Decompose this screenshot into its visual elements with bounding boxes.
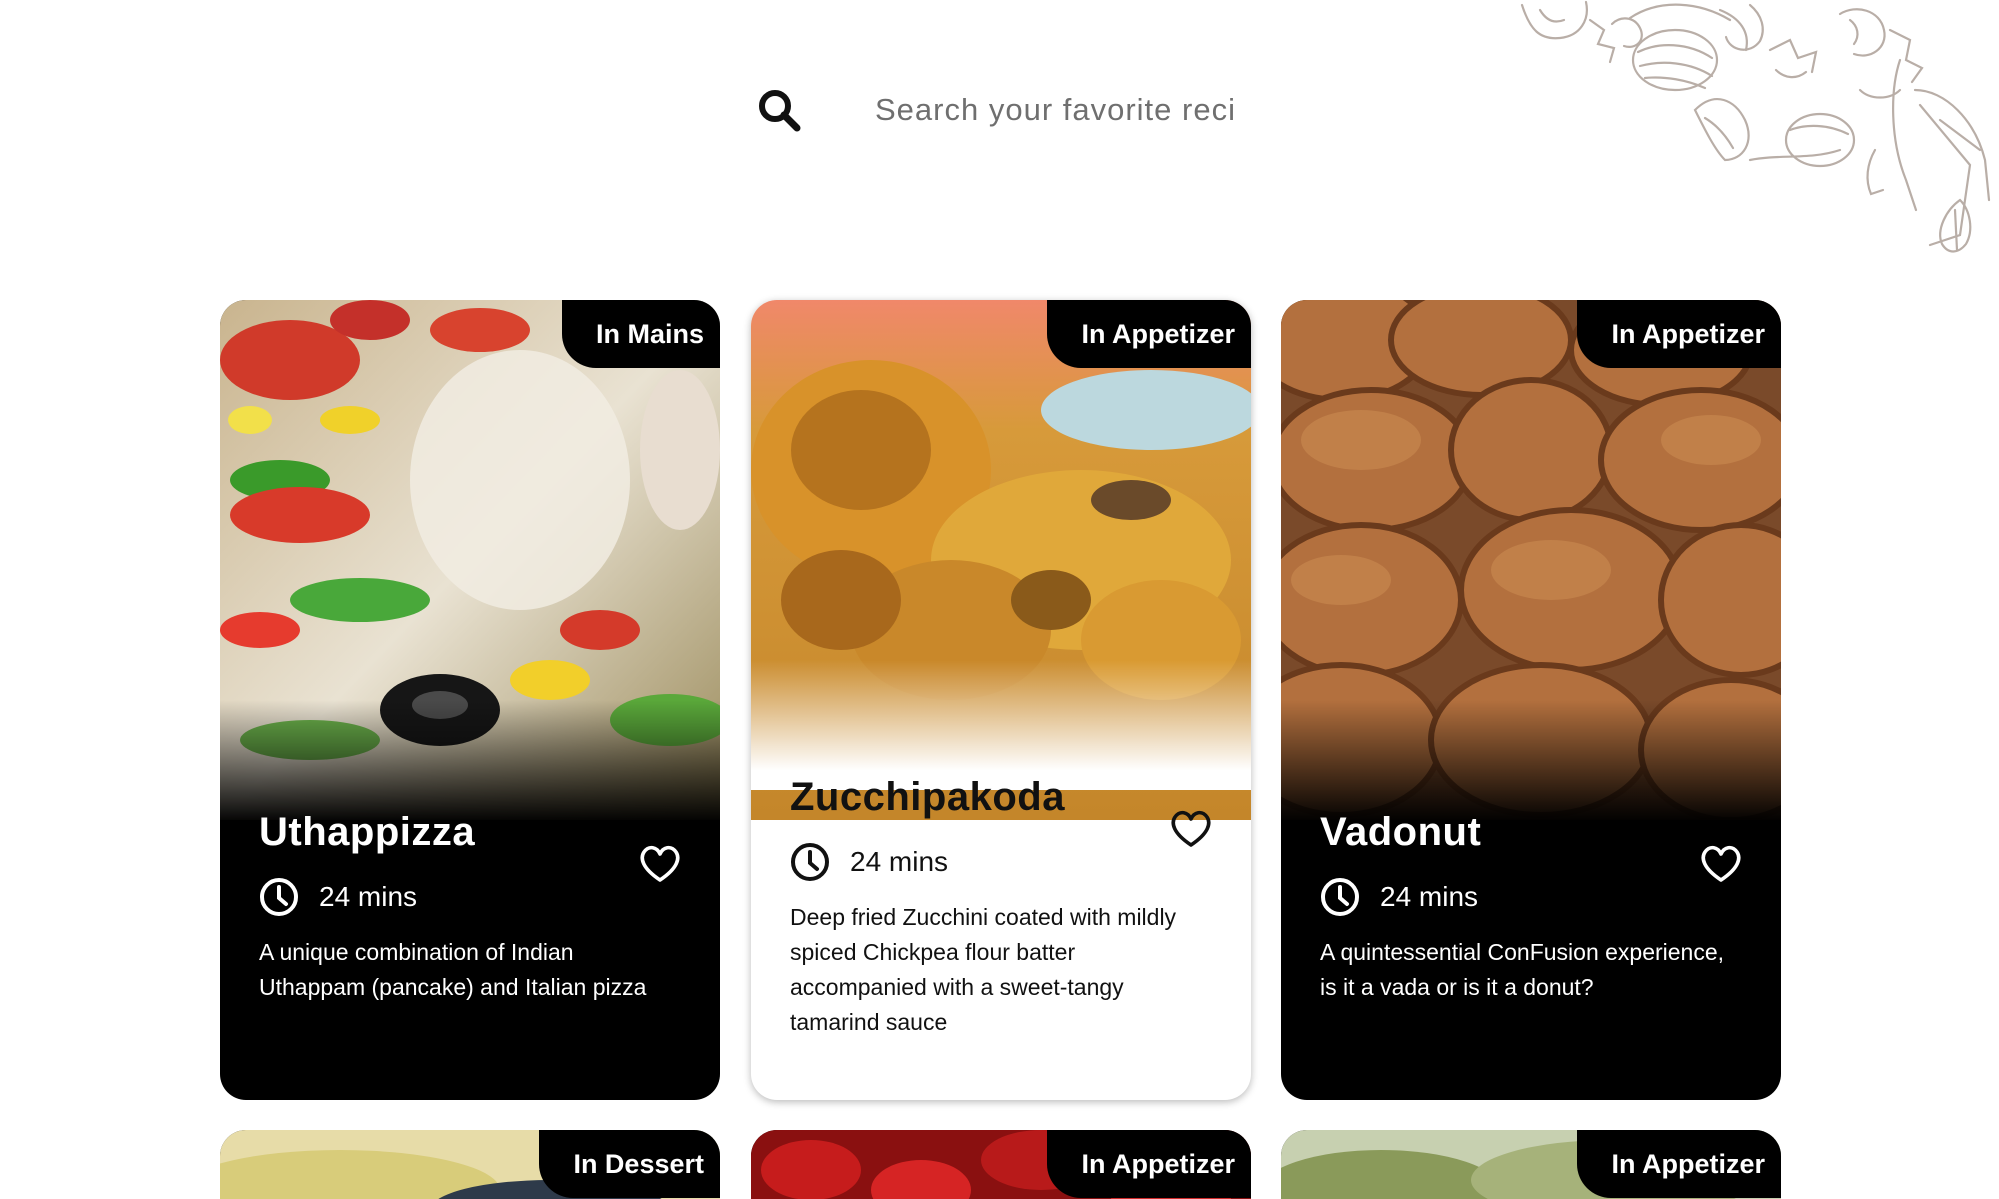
category-tag: In Mains xyxy=(561,300,720,368)
heart-outline-icon[interactable] xyxy=(638,844,682,884)
cook-time: 24 mins xyxy=(1320,877,1751,917)
category-tag: In Appetizer xyxy=(1047,1130,1251,1198)
cook-time: 24 mins xyxy=(259,877,690,917)
clock-icon xyxy=(791,843,829,881)
cook-time: 24 mins xyxy=(790,842,1221,882)
search-icon[interactable] xyxy=(755,86,803,134)
recipe-card[interactable]: In Appetizer xyxy=(1281,1130,1781,1199)
search-input[interactable] xyxy=(873,91,1257,129)
clock-icon xyxy=(260,878,298,916)
recipe-card[interactable]: In Appetizer xyxy=(751,1130,1251,1199)
recipe-details: Uthappizza 24 mins A unique combination … xyxy=(259,810,690,1005)
heart-outline-icon[interactable] xyxy=(1699,844,1743,884)
search-bar xyxy=(755,70,1315,150)
recipe-card[interactable]: In Appetizer Zucchipakoda 24 mins Deep f… xyxy=(751,300,1251,1100)
recipe-details: Zucchipakoda 24 mins Deep fried Zucchini… xyxy=(790,775,1221,1040)
recipe-title[interactable]: Zucchipakoda xyxy=(790,775,1221,820)
heart-outline-icon[interactable] xyxy=(1169,809,1213,849)
category-tag: In Appetizer xyxy=(1577,1130,1781,1198)
recipe-description: Deep fried Zucchini coated with mildly s… xyxy=(790,904,1177,1035)
recipe-title[interactable]: Uthappizza xyxy=(259,810,690,855)
cook-time-label: 24 mins xyxy=(850,846,949,877)
recipe-details: Vadonut 24 mins A quintessential ConFusi… xyxy=(1320,810,1751,1005)
recipe-card[interactable]: In Dessert xyxy=(220,1130,720,1199)
cook-time-label: 24 mins xyxy=(1380,881,1479,912)
recipe-description: A quintessential ConFusion experience, i… xyxy=(1320,939,1725,1000)
cook-time-label: 24 mins xyxy=(319,881,418,912)
clock-icon xyxy=(1321,878,1359,916)
category-tag: In Appetizer xyxy=(1577,300,1781,368)
category-tag: In Appetizer xyxy=(1047,300,1251,368)
image-fade xyxy=(751,660,1251,790)
category-tag: In Dessert xyxy=(539,1130,720,1198)
recipe-card[interactable]: In Mains Uthappizza 24 mins A unique com… xyxy=(220,300,720,1100)
recipe-title[interactable]: Vadonut xyxy=(1320,810,1751,855)
recipe-description: A unique combination of Indian Uthappam … xyxy=(259,939,647,1000)
recipe-card[interactable]: In Appetizer Vadonut 24 mins A quintesse… xyxy=(1281,300,1781,1100)
recipes-page: In Mains Uthappizza 24 mins A unique com… xyxy=(0,0,1999,1199)
vegetable-doodle-illustration xyxy=(1520,0,1991,253)
